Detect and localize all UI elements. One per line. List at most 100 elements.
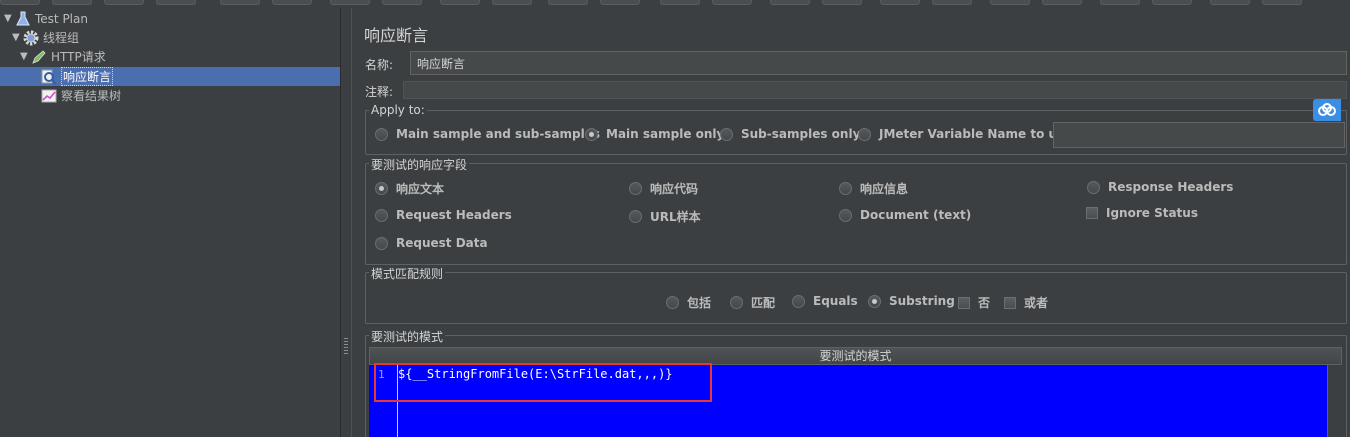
magnifier-assertion-icon xyxy=(40,69,58,85)
radio-url-sample[interactable]: URL样本 xyxy=(629,208,701,225)
toolbar-button[interactable] xyxy=(1152,0,1192,5)
radio-label: Main sample and sub-samples xyxy=(396,127,601,141)
tree-item-http-request[interactable]: ▼ HTTP请求 xyxy=(20,47,106,66)
tree-item-label: 响应断言 xyxy=(61,67,114,86)
radio-label: Substring xyxy=(889,294,955,308)
radio-label: 响应信息 xyxy=(860,182,909,196)
chart-listener-icon xyxy=(40,88,58,104)
toolbar xyxy=(0,0,1350,8)
radio-dot-icon xyxy=(839,208,852,222)
radio-dot-selected-icon xyxy=(585,127,598,141)
toolbar-button[interactable] xyxy=(822,0,862,5)
radio-matches[interactable]: 匹配 xyxy=(730,294,775,311)
or-checkbox[interactable]: 或者 xyxy=(1004,294,1048,311)
expand-arrow-icon[interactable]: ▼ xyxy=(20,51,30,62)
tree-item-thread-group[interactable]: ▼ 线程组 xyxy=(12,28,79,47)
toolbar-button[interactable] xyxy=(990,0,1030,5)
radio-dot-icon xyxy=(730,296,743,309)
radio-dot-icon xyxy=(375,236,388,250)
cloud-sync-button[interactable] xyxy=(1313,99,1341,121)
editor-scrollbar[interactable] xyxy=(1327,365,1342,437)
patterns-to-test-title: 要测试的模式 xyxy=(369,328,446,345)
tree-item-label: Test Plan xyxy=(35,11,88,26)
gear-icon xyxy=(22,30,40,46)
test-plan-flask-icon xyxy=(14,11,32,27)
name-label: 名称: xyxy=(365,58,394,72)
comment-label: 注释: xyxy=(365,85,394,99)
toolbar-button[interactable] xyxy=(770,0,810,5)
toolbar-button[interactable] xyxy=(492,0,532,5)
radio-response-code[interactable]: 响应代码 xyxy=(629,180,698,197)
test-plan-tree: ▼ Test Plan ▼ 线程组 ▼ HTTP请求 响应断言 察看结果树 xyxy=(0,8,340,437)
radio-label: 包括 xyxy=(687,296,712,310)
radio-dot-icon xyxy=(1087,180,1100,194)
radio-document-text[interactable]: Document (text) xyxy=(839,208,971,222)
toolbar-button[interactable] xyxy=(932,0,972,5)
checkbox-box-icon xyxy=(1086,207,1098,219)
radio-request-headers[interactable]: Request Headers xyxy=(375,208,512,222)
name-field[interactable]: 响应断言 xyxy=(410,51,1347,75)
toolbar-button[interactable] xyxy=(548,0,588,5)
radio-contains[interactable]: 包括 xyxy=(666,294,711,311)
radio-sub-samples-only[interactable]: Sub-samples only xyxy=(720,127,860,141)
tree-item-label: HTTP请求 xyxy=(51,50,106,64)
toolbar-button[interactable] xyxy=(880,0,920,5)
toolbar-button[interactable] xyxy=(0,0,40,5)
radio-label: Main sample only xyxy=(606,127,725,141)
toolbar-button[interactable] xyxy=(1262,0,1302,5)
toolbar-button[interactable] xyxy=(1100,0,1140,5)
tree-item-view-results-tree[interactable]: 察看结果树 xyxy=(40,86,121,105)
toolbar-button[interactable] xyxy=(600,0,640,5)
radio-response-message[interactable]: 响应信息 xyxy=(839,180,908,197)
radio-substring[interactable]: Substring xyxy=(868,294,955,308)
radio-dot-selected-icon xyxy=(868,294,881,308)
toolbar-button[interactable] xyxy=(104,0,144,5)
radio-label: Sub-samples only xyxy=(741,127,861,141)
toolbar-button[interactable] xyxy=(156,0,196,5)
cloud-icon xyxy=(1318,103,1336,116)
radio-label: Request Headers xyxy=(396,208,512,222)
tree-item-response-assertion[interactable]: 响应断言 xyxy=(0,67,340,86)
toolbar-button[interactable] xyxy=(220,0,260,5)
toolbar-button[interactable] xyxy=(1042,0,1082,5)
radio-dot-icon xyxy=(720,127,733,141)
radio-main-and-sub-samples[interactable]: Main sample and sub-samples xyxy=(375,127,600,141)
checkbox-label: 或者 xyxy=(1024,296,1049,310)
checkbox-box-icon xyxy=(1004,296,1016,309)
tree-item-test-plan[interactable]: ▼ Test Plan xyxy=(4,9,88,28)
radio-equals[interactable]: Equals xyxy=(792,294,858,308)
toolbar-button[interactable] xyxy=(1210,0,1250,5)
toolbar-button[interactable] xyxy=(382,0,422,5)
toolbar-button[interactable] xyxy=(272,0,312,5)
ignore-status-checkbox[interactable]: Ignore Status xyxy=(1086,206,1198,220)
comment-field[interactable] xyxy=(403,81,1347,99)
radio-label: 响应代码 xyxy=(650,182,699,196)
split-pane-divider[interactable] xyxy=(340,8,352,437)
toolbar-button[interactable] xyxy=(712,0,752,5)
radio-label: 响应文本 xyxy=(396,182,445,196)
radio-label: Document (text) xyxy=(860,208,972,222)
expand-arrow-icon[interactable]: ▼ xyxy=(4,13,14,24)
toolbar-button[interactable] xyxy=(660,0,700,5)
tree-item-label: 察看结果树 xyxy=(61,89,122,103)
radio-dot-icon xyxy=(666,296,679,309)
toolbar-button[interactable] xyxy=(52,0,92,5)
radio-main-sample-only[interactable]: Main sample only xyxy=(585,127,724,141)
not-checkbox[interactable]: 否 xyxy=(958,294,990,311)
radio-dot-icon xyxy=(839,182,852,195)
toolbar-button[interactable] xyxy=(440,0,480,5)
toolbar-button[interactable] xyxy=(330,0,370,5)
radio-dot-icon xyxy=(375,127,388,141)
checkbox-box-icon xyxy=(958,296,970,309)
radio-label: URL样本 xyxy=(650,210,701,224)
expand-arrow-icon[interactable]: ▼ xyxy=(12,32,22,43)
radio-label: Request Data xyxy=(396,236,488,250)
radio-request-data[interactable]: Request Data xyxy=(375,236,488,250)
radio-response-text[interactable]: 响应文本 xyxy=(375,180,444,197)
http-sampler-pen-icon xyxy=(30,49,48,65)
radio-label: JMeter Variable Name to use xyxy=(879,127,1073,141)
checkbox-label: Ignore Status xyxy=(1106,206,1198,220)
radio-response-headers[interactable]: Response Headers xyxy=(1087,180,1233,194)
jmeter-variable-name-input[interactable] xyxy=(1053,122,1345,148)
radio-jmeter-variable[interactable]: JMeter Variable Name to use xyxy=(858,127,1072,141)
